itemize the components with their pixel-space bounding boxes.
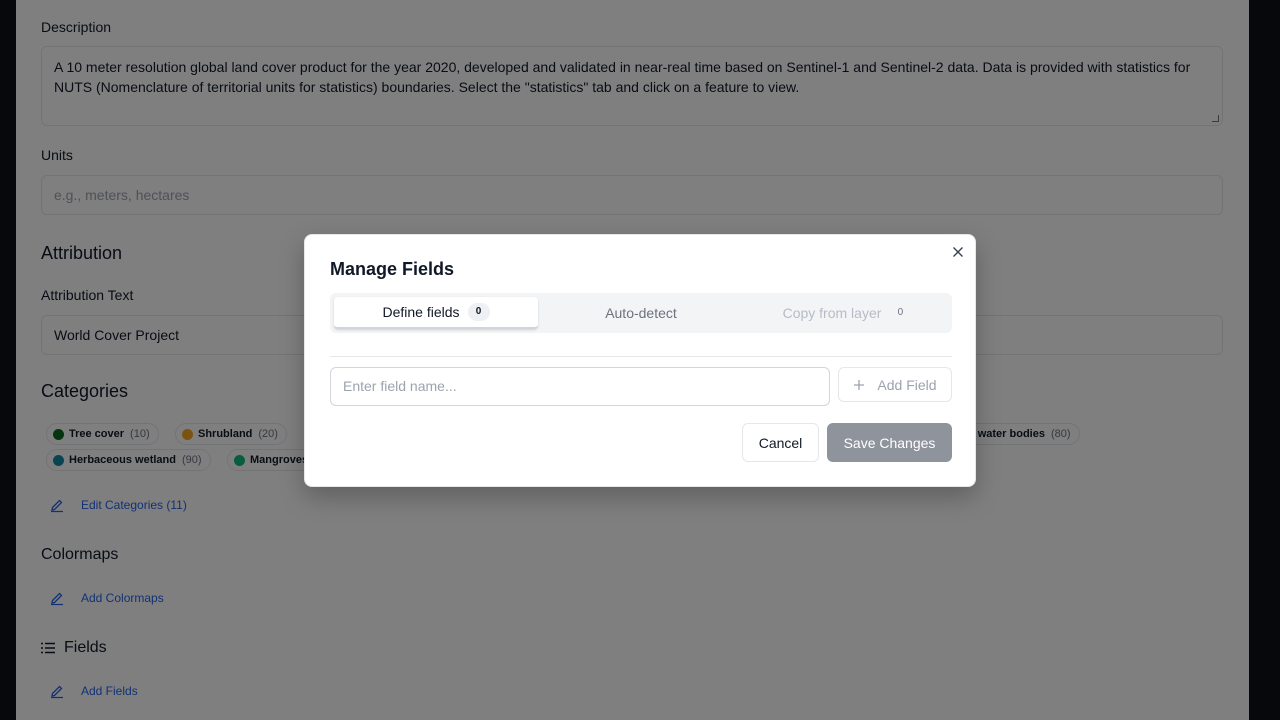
tab-define-fields[interactable]: Define fields 0 [334,297,538,329]
tab-auto-detect[interactable]: Auto-detect [538,297,744,329]
tab-count-badge: 0 [897,307,904,318]
cancel-button[interactable]: Cancel [742,423,819,462]
tab-label: Define fields [382,304,460,320]
dialog-title: Manage Fields [330,259,455,279]
close-button[interactable] [949,243,967,261]
tab-label: Auto-detect [605,305,677,321]
divider [330,356,952,357]
manage-fields-dialog: Manage Fields Define fields 0 Auto-detec… [304,234,976,487]
field-source-tabs: Define fields 0 Auto-detect Copy from la… [330,293,952,333]
add-field-label: Add Field [877,376,937,393]
tab-label: Copy from layer [782,305,882,321]
tab-copy-from-layer[interactable]: Copy from layer 0 [744,297,950,329]
plus-icon [854,379,865,390]
save-changes-button[interactable]: Save Changes [827,423,952,462]
field-name-input[interactable]: Enter field name... [330,367,830,406]
close-icon [953,247,963,257]
tab-count-badge: 0 [467,303,490,321]
add-field-button[interactable]: Add Field [838,367,952,402]
